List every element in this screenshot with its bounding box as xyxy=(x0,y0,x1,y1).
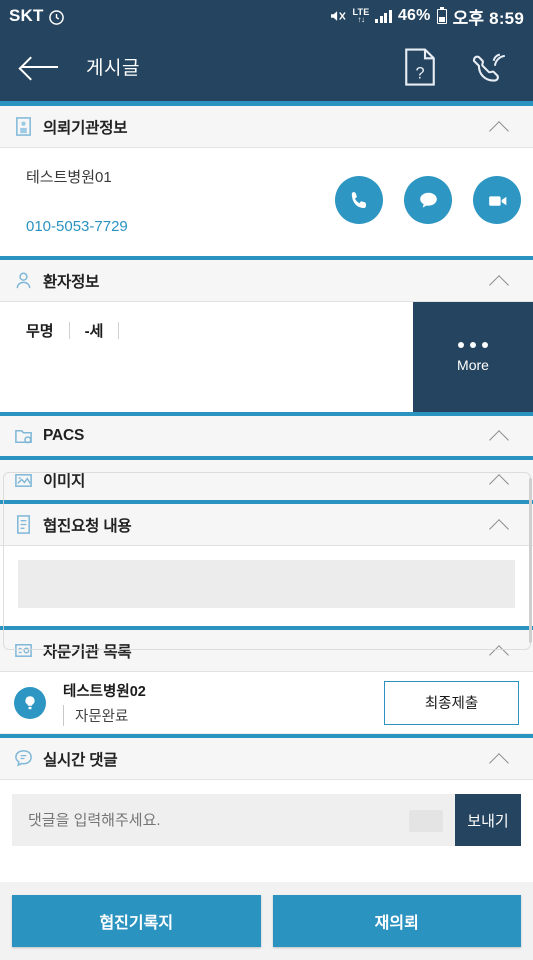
alarm-icon xyxy=(48,9,64,25)
section-label-pacs: PACS xyxy=(43,427,85,444)
section-header-comments[interactable]: 실시간 댓글 xyxy=(0,736,533,780)
field-divider xyxy=(118,322,120,339)
lte-icon: LTE ↑↓ xyxy=(353,8,370,24)
page-title: 게시글 xyxy=(86,58,140,79)
image-icon xyxy=(15,473,32,487)
patient-fields: 무명 -세 xyxy=(26,320,134,341)
scrollbar-thumb[interactable] xyxy=(529,478,532,643)
status-bar-left: SKT xyxy=(9,6,64,26)
status-bar: SKT LTE ↑↓ 46% 오후 8:59 xyxy=(0,0,533,32)
section-header-request[interactable]: 협진요청 내용 xyxy=(0,502,533,546)
patient-more-button[interactable]: More xyxy=(413,302,533,412)
hospital-phone[interactable]: 010-5053-7729 xyxy=(26,218,128,235)
battery-percent-label: 46% xyxy=(397,7,431,24)
section-label-patient: 환자정보 xyxy=(43,273,100,291)
chevron-up-icon[interactable] xyxy=(489,645,511,657)
chevron-up-icon[interactable] xyxy=(489,474,511,486)
comments-body: 보내기 xyxy=(0,780,533,858)
consultant-status: 자문완료 xyxy=(63,704,146,726)
comment-input[interactable] xyxy=(12,794,455,846)
section-header-consultants[interactable]: 자문기관 목록 xyxy=(0,628,533,672)
send-comment-button[interactable]: 보내기 xyxy=(455,794,521,846)
table-row[interactable]: 테스트병원02 자문완료 최종제출 xyxy=(0,672,533,734)
svg-text:?: ? xyxy=(415,64,424,82)
document-lines-icon xyxy=(17,515,30,534)
bottom-action-bar: 협진기록지 재의뢰 xyxy=(0,882,533,960)
three-dots-icon xyxy=(458,341,488,348)
request-body xyxy=(0,546,533,628)
consultants-body: 테스트병원02 자문완료 최종제출 xyxy=(0,672,533,736)
clock-label: 오후 8:59 xyxy=(452,8,524,28)
chevron-up-icon[interactable] xyxy=(489,275,511,287)
back-button[interactable] xyxy=(22,54,60,80)
institution-actions xyxy=(335,176,521,224)
carrier-label: SKT xyxy=(9,6,44,25)
patient-age: -세 xyxy=(84,323,104,340)
patient-body: 무명 -세 More xyxy=(0,302,533,414)
section-header-patient[interactable]: 환자정보 xyxy=(0,258,533,302)
video-call-button[interactable] xyxy=(473,176,521,224)
lte-arrows: ↑↓ xyxy=(357,15,365,24)
consult-record-button[interactable]: 협진기록지 xyxy=(12,895,261,947)
keyboard-hint-icon xyxy=(409,810,443,832)
re-request-button[interactable]: 재의뢰 xyxy=(272,895,521,947)
request-content xyxy=(18,560,515,608)
comment-input-wrap xyxy=(12,794,455,846)
chat-bubble-icon xyxy=(419,192,437,208)
mute-icon xyxy=(330,11,346,21)
final-submit-button[interactable]: 최종제출 xyxy=(384,680,519,725)
app-bar: 게시글 ? xyxy=(0,32,533,104)
chevron-up-icon[interactable] xyxy=(489,753,511,765)
signal-bars-icon xyxy=(375,9,392,23)
patient-name: 무명 xyxy=(26,323,54,340)
institution-body: 테스트병원01 010-5053-7729 xyxy=(0,148,533,258)
bulb-glyph xyxy=(25,695,35,709)
pacs-folder-icon xyxy=(15,429,32,443)
section-label-image: 이미지 xyxy=(43,473,86,490)
hospital-name: 테스트병원01 xyxy=(26,169,112,186)
app-screen: SKT LTE ↑↓ 46% 오후 8:59 게시글 ? 의뢰기관정보 테스트병… xyxy=(0,0,533,960)
person-icon xyxy=(16,272,31,289)
video-camera-icon xyxy=(488,195,506,206)
phone-ring-icon[interactable] xyxy=(469,47,511,87)
section-header-image[interactable]: 이미지 xyxy=(0,458,533,502)
chevron-up-icon[interactable] xyxy=(489,519,511,531)
section-header-institution[interactable]: 의뢰기관정보 xyxy=(0,104,533,148)
battery-icon xyxy=(436,6,447,24)
consultant-info: 테스트병원02 자문완료 xyxy=(63,680,146,726)
status-bar-right: LTE ↑↓ 46% 오후 8:59 xyxy=(329,4,525,29)
section-label-consultants: 자문기관 목록 xyxy=(43,643,132,661)
section-label-request: 협진요청 내용 xyxy=(43,517,132,535)
phone-icon xyxy=(351,191,366,208)
list-icon xyxy=(15,644,32,657)
section-label-comments: 실시간 댓글 xyxy=(43,751,118,769)
help-document-icon[interactable]: ? xyxy=(403,47,437,87)
hospital-building-icon xyxy=(16,117,31,136)
call-button[interactable] xyxy=(335,176,383,224)
consultant-name: 테스트병원02 xyxy=(63,683,146,700)
bulb-icon xyxy=(14,686,46,719)
comment-bubble-icon xyxy=(15,750,32,767)
app-bar-actions: ? xyxy=(403,47,511,87)
chevron-up-icon[interactable] xyxy=(489,430,511,442)
more-label: More xyxy=(457,356,489,373)
section-header-pacs[interactable]: PACS xyxy=(0,414,533,458)
section-label-institution: 의뢰기관정보 xyxy=(43,119,128,137)
chat-button[interactable] xyxy=(404,176,452,224)
chevron-up-icon[interactable] xyxy=(489,121,511,133)
field-divider xyxy=(68,322,70,339)
